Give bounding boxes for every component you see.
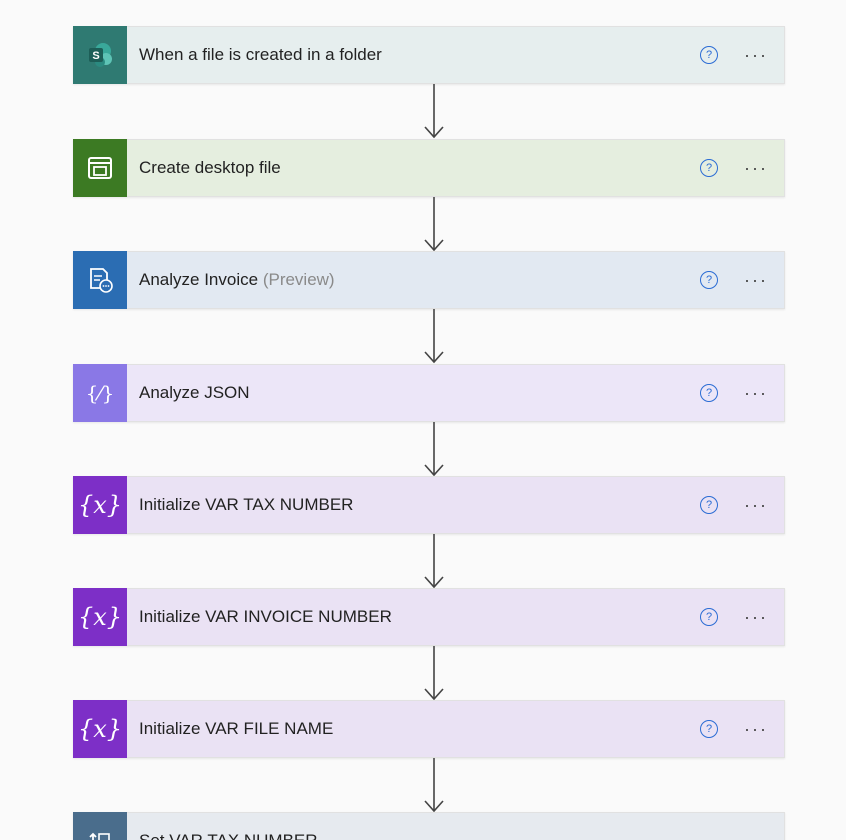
more-options-icon[interactable]: ··· — [744, 45, 768, 66]
help-icon[interactable]: ? — [700, 720, 719, 738]
step-label: Initialize VAR INVOICE NUMBER — [139, 607, 392, 626]
step-label: Initialize VAR TAX NUMBER — [139, 495, 354, 514]
more-options-icon[interactable]: ··· — [744, 831, 768, 840]
step-label: Analyze Invoice (Preview) — [139, 270, 335, 289]
sharepoint-icon-tile: S — [73, 26, 127, 84]
variable-icon: {x} — [77, 491, 123, 519]
more-options-icon[interactable]: ··· — [744, 719, 768, 740]
flow-step-trigger[interactable]: S When a file is created in a folder ? ·… — [73, 26, 785, 84]
invoice-processing-icon — [90, 268, 113, 293]
desktop-flow-icon — [88, 157, 112, 179]
more-options-icon[interactable]: ··· — [744, 607, 768, 628]
flow-step-analyze-json[interactable]: {⁄} Analyze JSON ? ··· — [73, 364, 785, 422]
more-options-icon[interactable]: ··· — [744, 158, 768, 179]
connector-arrow — [424, 422, 444, 477]
step-label: Initialize VAR FILE NAME — [139, 719, 334, 738]
connector-arrow — [424, 758, 444, 813]
help-icon[interactable]: ? — [700, 46, 719, 64]
invoice-icon-tile — [73, 251, 127, 309]
variable-icon: {x} — [77, 603, 123, 631]
sharepoint-icon: S — [89, 43, 112, 67]
connector-arrow — [424, 84, 444, 139]
help-icon[interactable]: ? — [700, 271, 719, 289]
variable-icon-tile: {x} — [73, 476, 127, 534]
json-icon-tile: {⁄} — [73, 364, 127, 422]
flow-step-init-var-file-name[interactable]: {x} Initialize VAR FILE NAME ? ··· — [73, 700, 785, 758]
flow-step-create-desktop-file[interactable]: Create desktop file ? ··· — [73, 139, 785, 197]
set-variable-icon-tile — [73, 812, 127, 840]
step-label: Analyze JSON — [139, 383, 250, 402]
more-options-icon[interactable]: ··· — [744, 383, 768, 404]
connector-arrow — [424, 646, 444, 701]
more-options-icon[interactable]: ··· — [744, 270, 768, 291]
connector-arrow — [424, 534, 444, 589]
flow-step-set-var-tax-number[interactable]: Set VAR TAX NUMBER ··· — [73, 812, 785, 840]
connector-arrow — [424, 197, 444, 252]
variable-icon-tile: {x} — [73, 588, 127, 646]
more-options-icon[interactable]: ··· — [744, 495, 768, 516]
step-label: When a file is created in a folder — [139, 45, 382, 64]
help-icon[interactable]: ? — [700, 159, 719, 177]
help-icon[interactable]: ? — [700, 496, 719, 514]
flow-step-analyze-invoice[interactable]: Analyze Invoice (Preview) ? ··· — [73, 251, 785, 309]
help-icon[interactable]: ? — [700, 608, 719, 626]
step-label: Set VAR TAX NUMBER — [139, 831, 744, 840]
step-label: Create desktop file — [139, 158, 281, 177]
variable-icon-tile: {x} — [73, 700, 127, 758]
set-variable-icon — [89, 832, 110, 840]
help-icon[interactable]: ? — [700, 384, 719, 402]
variable-icon: {x} — [77, 715, 123, 743]
connector-arrow — [424, 309, 444, 364]
preview-tag: (Preview) — [262, 270, 335, 289]
flow-canvas: S When a file is created in a folder ? ·… — [0, 0, 846, 840]
json-icon: {⁄} — [85, 381, 115, 405]
desktop-flow-icon-tile — [73, 139, 127, 197]
flow-step-init-var-tax-number[interactable]: {x} Initialize VAR TAX NUMBER ? ··· — [73, 476, 785, 534]
sharepoint-letter: S — [92, 50, 99, 62]
flow-step-init-var-invoice-number[interactable]: {x} Initialize VAR INVOICE NUMBER ? ··· — [73, 588, 785, 646]
